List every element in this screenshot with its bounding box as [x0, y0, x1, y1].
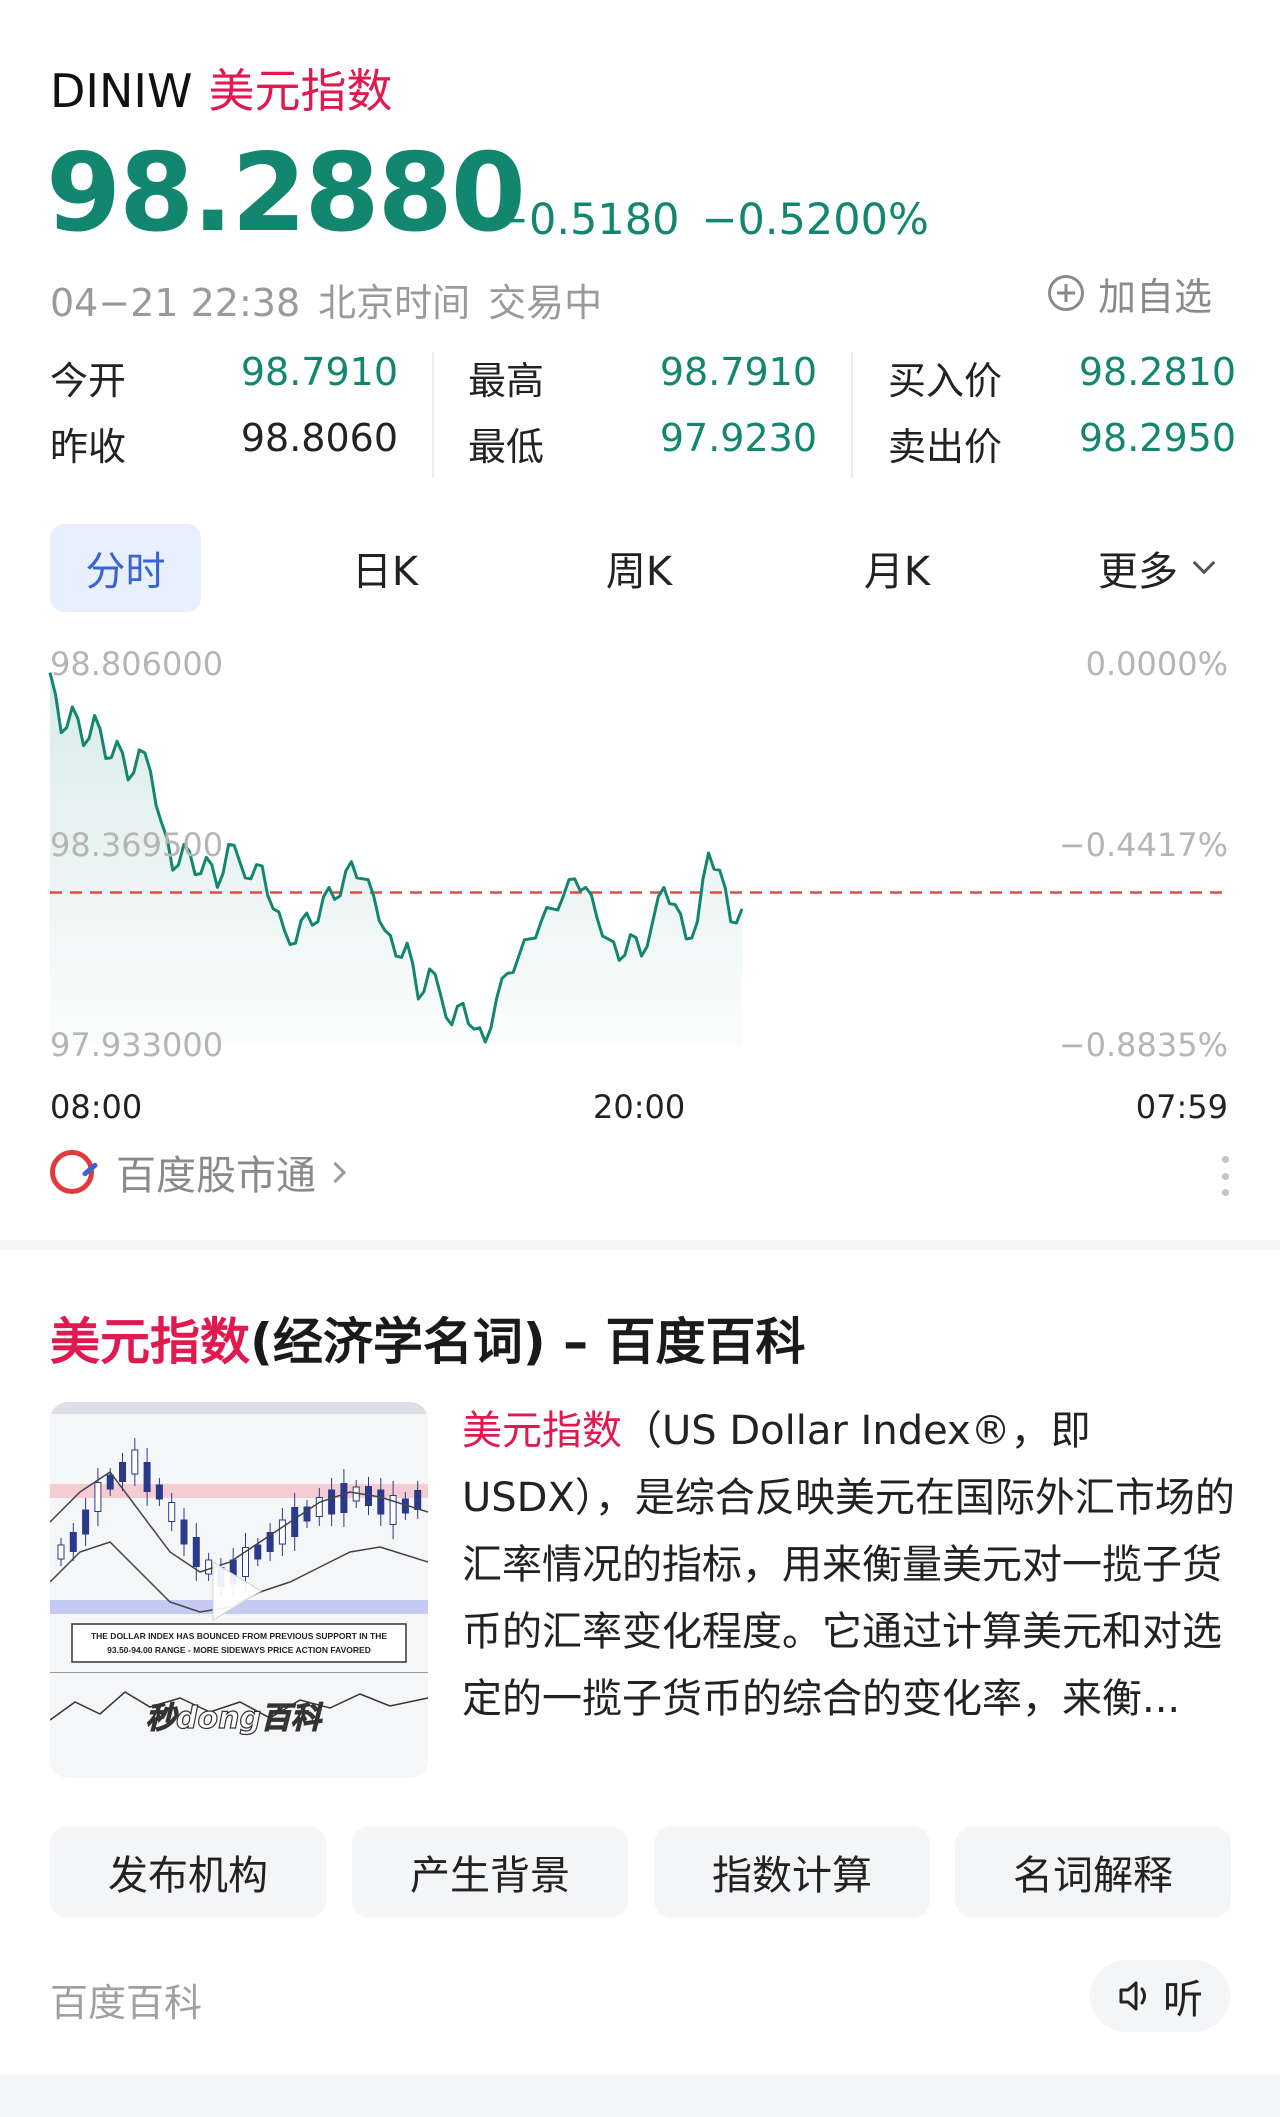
thumbnail-candle — [328, 1489, 336, 1515]
tab-daily-k[interactable]: 日K — [310, 524, 460, 612]
bid-value: 98.2810 — [1078, 350, 1236, 394]
quote-timezone: 北京时间 — [318, 281, 471, 325]
prev-close-label: 昨收 — [50, 425, 127, 469]
thumbnail-candle — [414, 1490, 422, 1510]
change-percent: −0.5200% — [701, 195, 929, 245]
abstract-highlight: 美元指数 — [462, 1408, 622, 1454]
thumbnail-candle — [315, 1497, 323, 1517]
chip-publisher[interactable]: 发布机构 — [50, 1826, 326, 1918]
chart-source-label: 百度股市通 — [116, 1153, 316, 1199]
baike-source-label: 百度百科 — [50, 1981, 203, 2025]
tab-more[interactable]: 更多 — [1070, 524, 1240, 612]
tab-monthly-k[interactable]: 月K — [822, 524, 972, 612]
chip-definition[interactable]: 名词解释 — [955, 1826, 1231, 1918]
section-divider — [0, 1240, 1280, 1250]
thumbnail-candle — [192, 1537, 200, 1567]
current-price: 98.2880 — [46, 131, 526, 256]
stats-divider — [432, 352, 434, 478]
x-axis-mid-label: 20:00 — [593, 1088, 686, 1126]
listen-label: 听 — [1163, 1977, 1203, 2023]
thumbnail-candle — [57, 1544, 65, 1560]
chip-background[interactable]: 产生背景 — [352, 1826, 628, 1918]
thumbnail-candle — [69, 1532, 77, 1552]
tab-more-label: 更多 — [1098, 549, 1178, 595]
change-value: −0.5180 — [493, 195, 680, 245]
listen-button[interactable]: 听 — [1090, 1960, 1230, 2032]
quote-timestamp: 04−21 22:38 北京时间 交易中 — [50, 272, 602, 327]
ask-value: 98.2950 — [1078, 416, 1236, 460]
y-axis-right-mid-label: −0.4417% — [1058, 826, 1228, 864]
baike-title-link[interactable]: 美元指数(经济学名词) – 百度百科 — [50, 1302, 806, 1374]
thumbnail-candle — [168, 1502, 176, 1522]
baike-title-highlight: 美元指数 — [50, 1313, 250, 1371]
thumbnail-candle — [278, 1519, 286, 1545]
y-axis-bottom-label: 97.933000 — [50, 1026, 224, 1064]
high-label: 最高 — [468, 359, 545, 403]
trading-status: 交易中 — [488, 281, 603, 325]
speaker-icon — [1119, 1981, 1146, 2011]
bottom-divider — [0, 2074, 1280, 2117]
y-axis-right-bottom-label: −0.8835% — [1058, 1026, 1228, 1064]
chart-source-link[interactable]: 百度股市通 — [50, 1146, 347, 1199]
abstract-text: （US Dollar Index®，即USDX），是综合反映美元在国际外汇市场的… — [462, 1408, 1235, 1722]
plus-circle-icon — [1048, 275, 1084, 311]
thumbnail-candle — [119, 1462, 126, 1482]
thumbnail-candle — [94, 1482, 102, 1512]
thumbnail-candle — [155, 1484, 163, 1500]
chip-calculation[interactable]: 指数计算 — [654, 1826, 930, 1918]
chevron-down-icon — [1192, 551, 1216, 575]
x-axis-end-label: 07:59 — [1135, 1088, 1228, 1126]
baike-title-rest: (经济学名词) – 百度百科 — [250, 1313, 806, 1371]
svg-text:THE DOLLAR INDEX HAS BOUNCED F: THE DOLLAR INDEX HAS BOUNCED FROM PREVIO… — [91, 1631, 387, 1641]
prev-close-value: 98.8060 — [240, 416, 398, 460]
ask-label: 卖出价 — [888, 425, 1003, 469]
tab-weekly-k[interactable]: 周K — [564, 524, 714, 612]
add-watchlist-label: 加自选 — [1098, 274, 1213, 319]
quote-name: 美元指数 — [208, 64, 393, 118]
svg-text:秒dong百科: 秒dong百科 — [146, 1701, 324, 1736]
x-axis-start-label: 08:00 — [50, 1088, 143, 1126]
thumbnail-candle — [106, 1474, 114, 1490]
thumbnail-candle — [82, 1509, 90, 1535]
quote-symbol: DINIW — [50, 64, 193, 118]
high-value: 98.7910 — [659, 350, 817, 394]
thumbnail-candle — [254, 1544, 262, 1560]
thumbnail-candle — [131, 1449, 139, 1475]
low-label: 最低 — [468, 425, 545, 469]
open-value: 98.7910 — [240, 350, 398, 394]
add-watchlist-button[interactable]: 加自选 — [1048, 268, 1213, 319]
low-value: 97.9230 — [659, 416, 817, 460]
open-label: 今开 — [50, 359, 127, 403]
baidu-stock-logo-icon — [50, 1150, 94, 1194]
thumbnail-candle — [340, 1483, 348, 1513]
baike-abstract: 美元指数（US Dollar Index®，即USDX），是综合反映美元在国际外… — [462, 1398, 1238, 1733]
chevron-right-icon — [324, 1161, 347, 1183]
more-options-icon[interactable] — [1218, 1156, 1232, 1196]
tab-intraday[interactable]: 分时 — [50, 524, 201, 612]
y-axis-mid-label: 98.369500 — [50, 826, 224, 864]
quote-datetime: 04−21 22:38 — [50, 281, 301, 325]
thumbnail-candle — [377, 1489, 385, 1515]
thumbnail-candle — [143, 1462, 151, 1492]
stats-divider — [851, 352, 853, 478]
quote-title: DINIW 美元指数 — [50, 55, 392, 121]
thumbnail-candle — [291, 1507, 299, 1537]
svg-text:93.50-94.00 RANGE - MORE SIDEW: 93.50-94.00 RANGE - MORE SIDEWAYS PRICE … — [107, 1645, 371, 1655]
video-play-icon[interactable] — [205, 1558, 267, 1624]
bid-label: 买入价 — [888, 359, 1003, 403]
price-change: −0.5180 −0.5200% — [493, 195, 929, 245]
thumbnail-candle — [180, 1519, 188, 1545]
y-axis-right-top-label: 0.0000% — [1085, 645, 1228, 683]
y-axis-top-label: 98.806000 — [50, 645, 224, 683]
